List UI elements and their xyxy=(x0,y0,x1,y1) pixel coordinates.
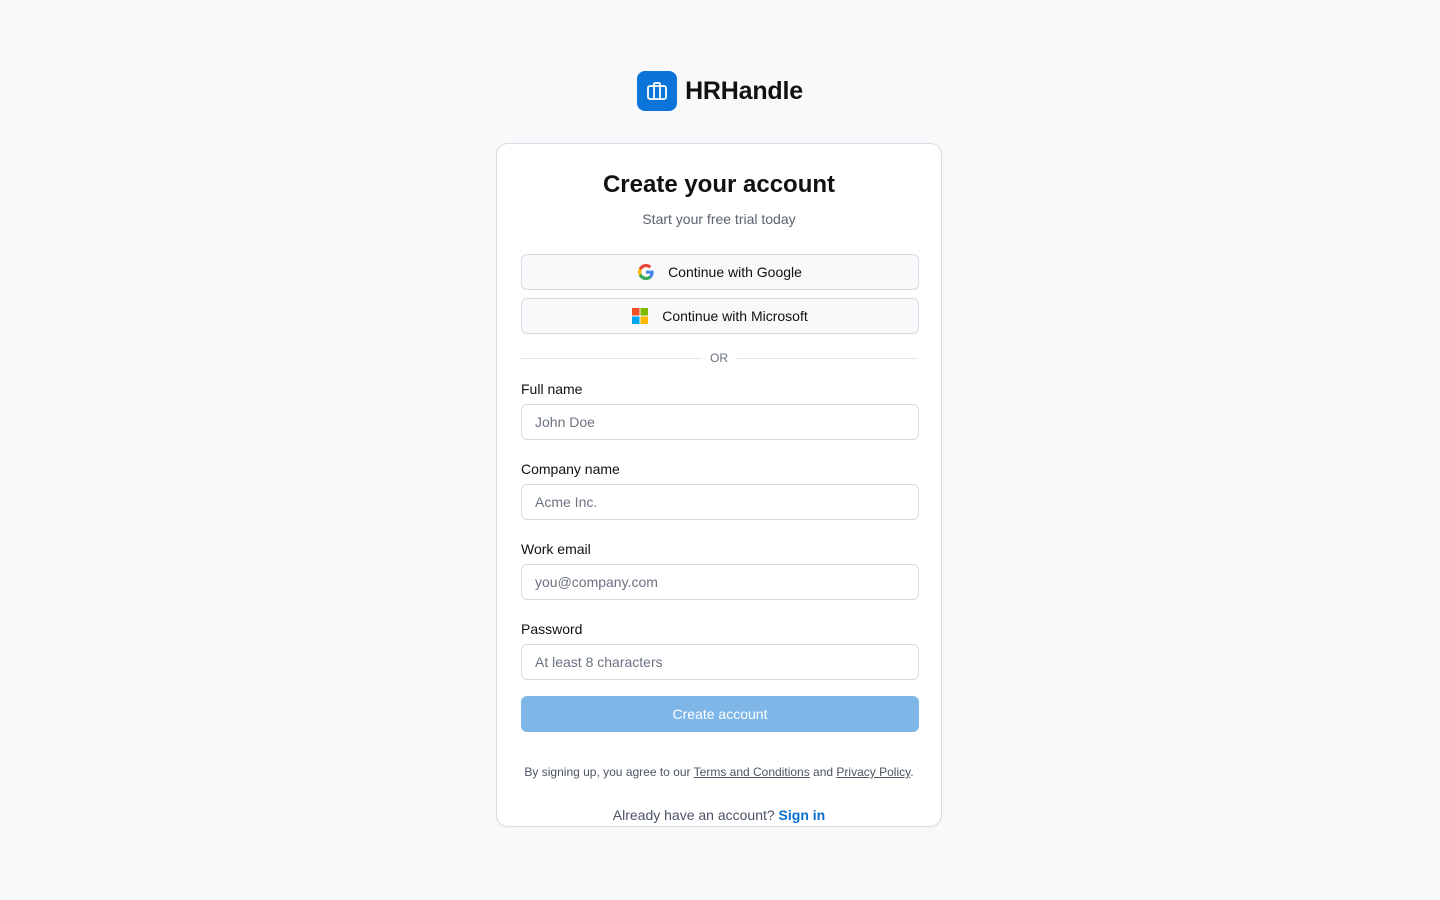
brand-name: HRHandle xyxy=(685,76,803,105)
password-input[interactable] xyxy=(521,644,919,680)
microsoft-signin-label: Continue with Microsoft xyxy=(662,308,808,324)
terms-link[interactable]: Terms and Conditions xyxy=(694,765,810,779)
full-name-label: Full name xyxy=(521,381,583,397)
brand-header: HRHandle xyxy=(0,71,1440,111)
microsoft-icon xyxy=(632,308,649,324)
signin-prompt-text: Already have an account? xyxy=(612,807,779,823)
signin-prompt: Already have an account? Sign in xyxy=(521,806,917,824)
legal-prefix: By signing up, you agree to our xyxy=(524,765,694,779)
company-name-label: Company name xyxy=(521,461,620,477)
page-title: Create your account xyxy=(602,171,836,198)
company-name-input[interactable] xyxy=(521,484,919,520)
page-subtitle: Start your free trial today xyxy=(642,211,796,227)
password-group: Password xyxy=(521,620,919,680)
microsoft-signin-button[interactable]: Continue with Microsoft xyxy=(521,298,919,334)
google-icon xyxy=(638,264,654,280)
or-divider: OR xyxy=(521,351,917,365)
privacy-link[interactable]: Privacy Policy xyxy=(836,765,910,779)
company-name-group: Company name xyxy=(521,460,919,520)
divider-line-left xyxy=(521,357,701,359)
work-email-input[interactable] xyxy=(521,564,919,600)
signin-link[interactable]: Sign in xyxy=(779,807,826,823)
work-email-group: Work email xyxy=(521,540,919,600)
password-label: Password xyxy=(521,621,583,637)
full-name-group: Full name xyxy=(521,380,919,440)
create-account-button[interactable]: Create account xyxy=(521,696,919,732)
divider-text: OR xyxy=(710,351,728,365)
legal-middle: and xyxy=(809,765,837,779)
full-name-input[interactable] xyxy=(521,404,919,440)
signup-card: Create your account Start your free tria… xyxy=(496,143,942,827)
google-signin-label: Continue with Google xyxy=(668,264,802,280)
divider-line-right xyxy=(737,357,917,359)
briefcase-icon xyxy=(637,71,678,111)
legal-suffix: . xyxy=(910,765,914,779)
google-signin-button[interactable]: Continue with Google xyxy=(521,254,919,290)
legal-notice: By signing up, you agree to our Terms an… xyxy=(521,764,917,780)
work-email-label: Work email xyxy=(521,541,591,557)
